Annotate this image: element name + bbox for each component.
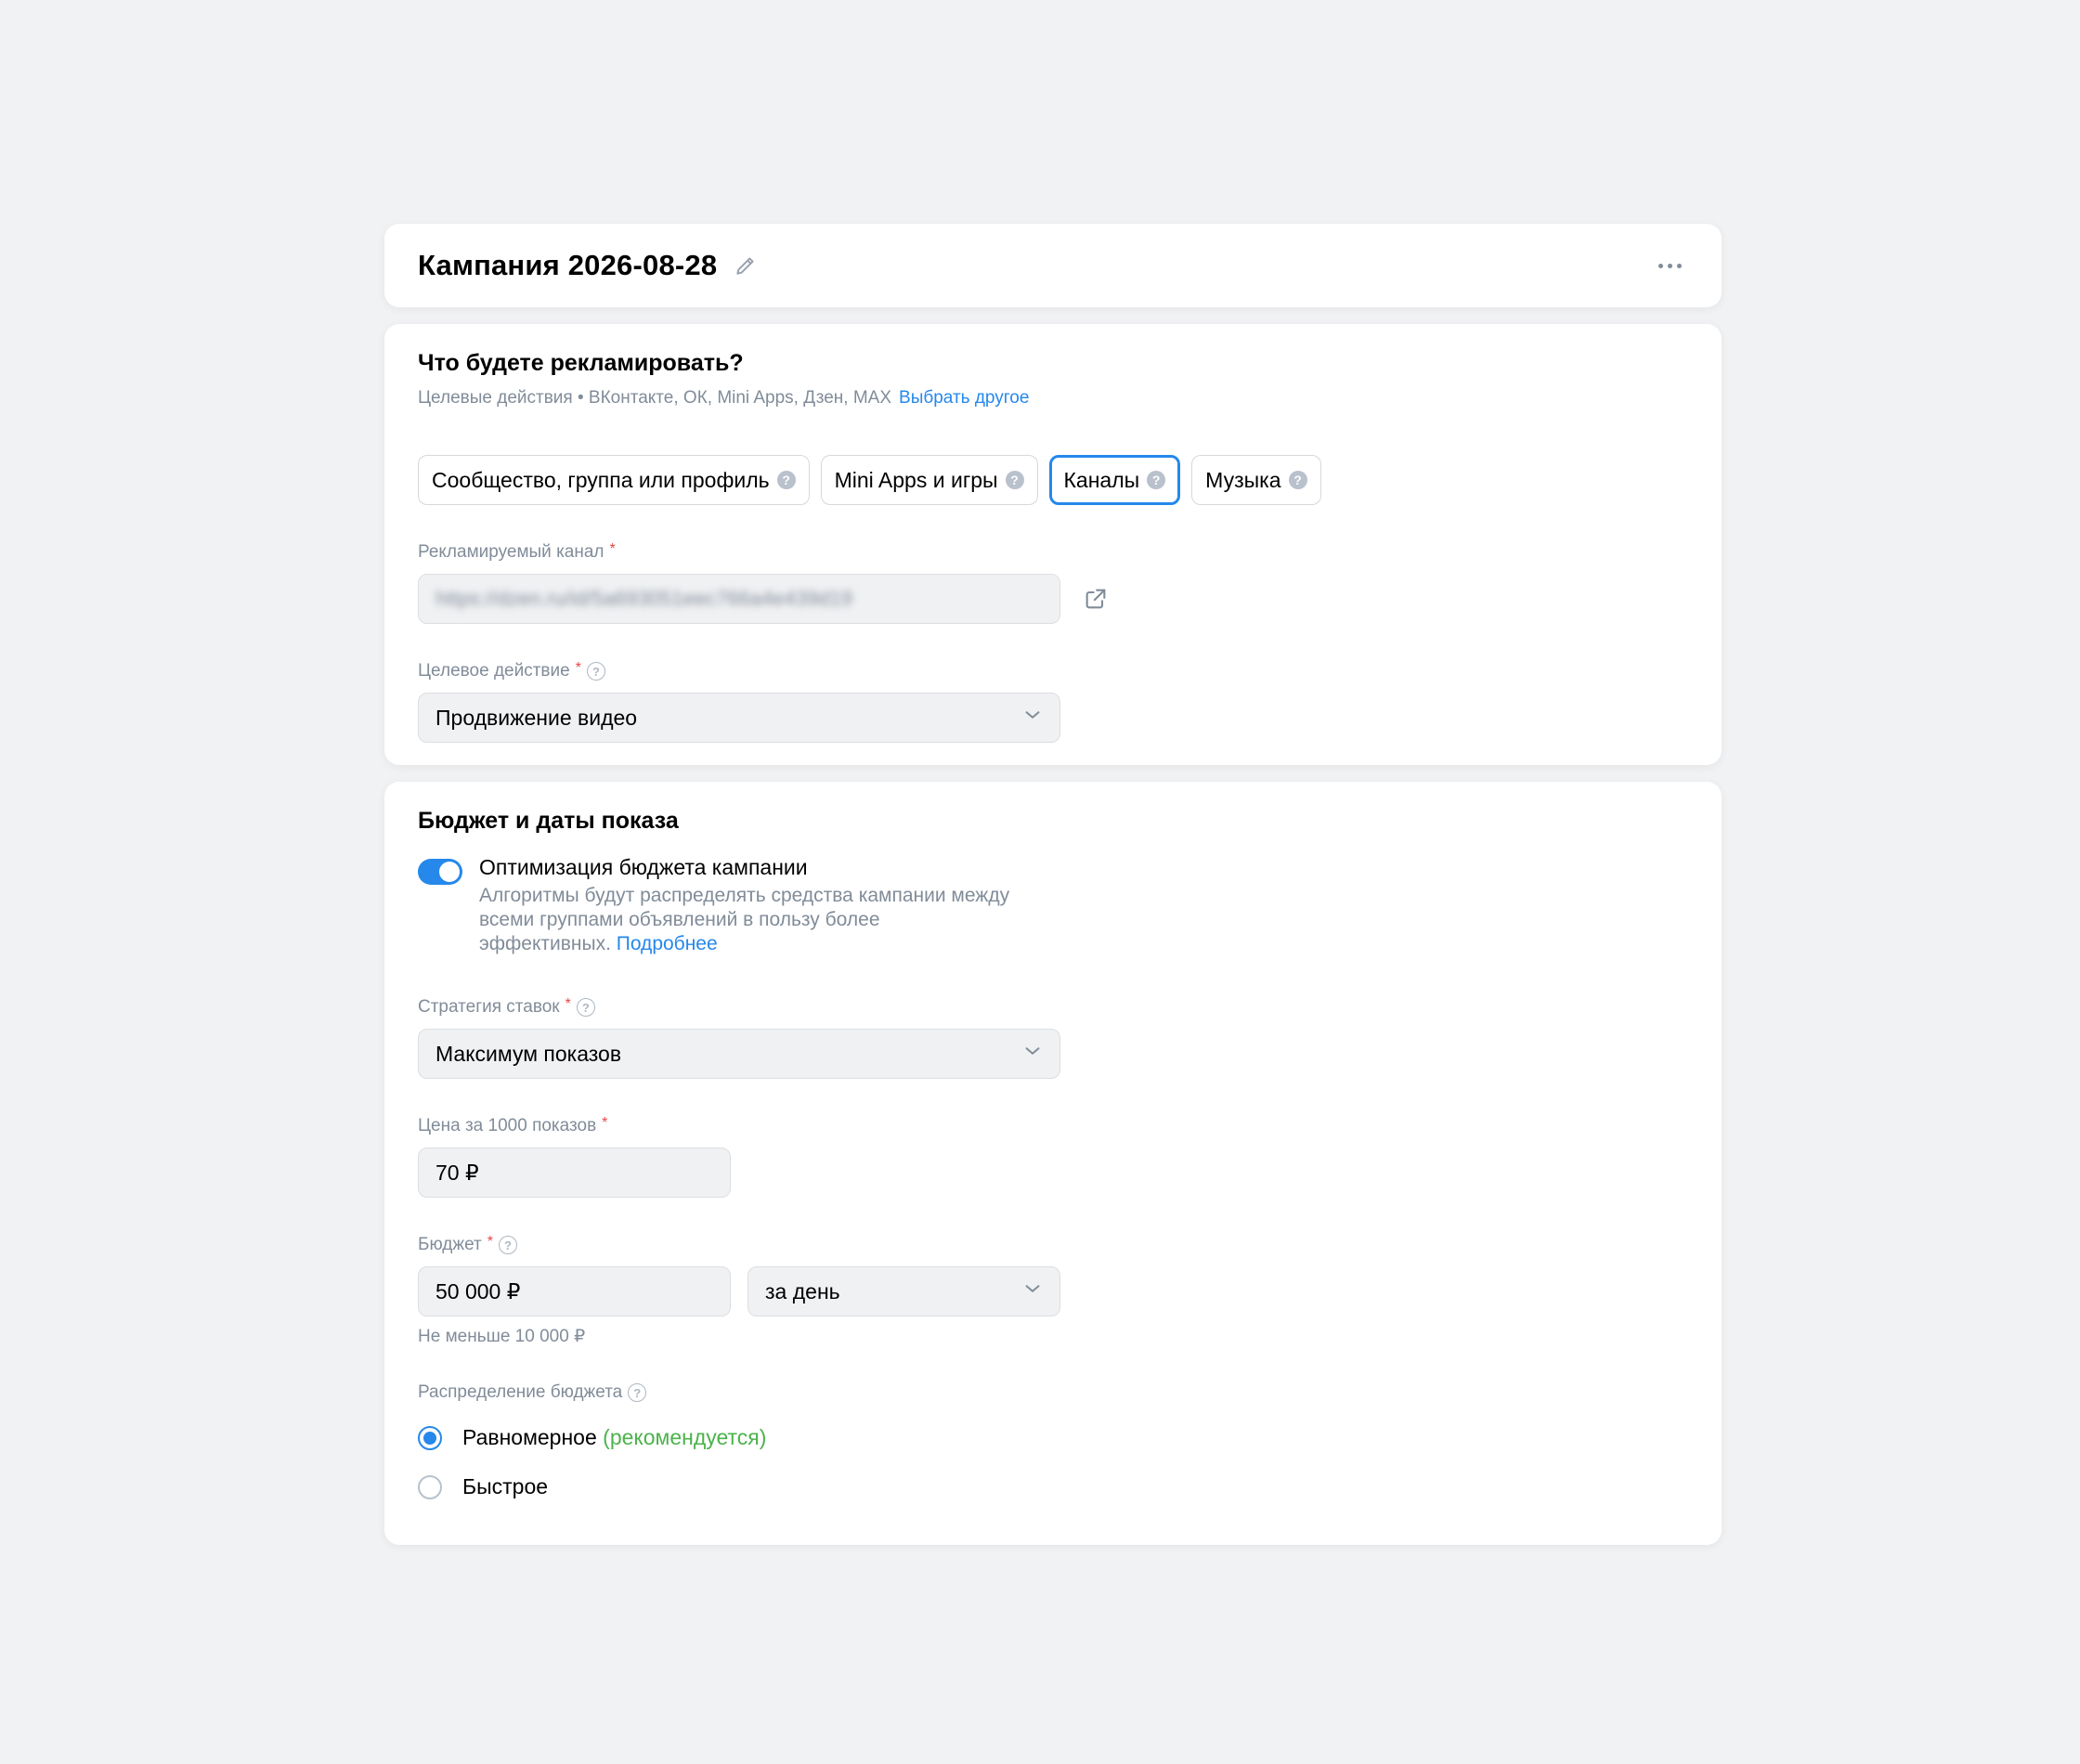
target-action-select[interactable]: Продвижение видео	[418, 693, 1060, 743]
required-mark: *	[609, 541, 616, 557]
help-icon[interactable]: ?	[628, 1383, 647, 1402]
chevron-down-icon	[1022, 1041, 1043, 1067]
channel-row: https://dzen.ru/id/5a693051eec766a4e439d…	[418, 574, 1688, 624]
budget-period-select[interactable]: за день	[748, 1266, 1060, 1317]
channel-field-label: Рекламируемый канал *	[418, 541, 1688, 563]
promo-section-title: Что будете рекламировать?	[418, 350, 744, 376]
chip-music[interactable]: Музыка ?	[1191, 455, 1321, 505]
channel-url-value: https://dzen.ru/id/5a693051eec766a4e439d…	[436, 587, 852, 610]
price-label-text: Цена за 1000 показов	[418, 1116, 597, 1135]
distribution-label-text: Распределение бюджета	[418, 1382, 623, 1402]
price-field-label: Цена за 1000 показов *	[418, 1115, 1688, 1136]
strategy-label-text: Стратегия ставок	[418, 997, 560, 1017]
required-mark: *	[602, 1115, 608, 1131]
help-icon[interactable]: ?	[1147, 471, 1166, 489]
chevron-down-icon	[1022, 1278, 1043, 1304]
chip-label: Сообщество, группа или профиль	[432, 467, 770, 492]
budget-field-label: Бюджет * ?	[418, 1234, 1688, 1255]
budget-section-title: Бюджет и даты показа	[418, 808, 679, 834]
chip-label: Музыка	[1205, 467, 1281, 492]
optimization-desc-line: всеми группами объявлений в пользу более	[479, 909, 880, 930]
page-title: Кампания 2026-08-28	[418, 249, 718, 281]
external-link-icon[interactable]	[1083, 586, 1109, 612]
help-icon[interactable]: ?	[776, 471, 796, 489]
more-horizontal-icon[interactable]	[1651, 247, 1688, 284]
budget-amount-input[interactable]: 50 000 ₽	[418, 1266, 731, 1317]
budget-amount-value: 50 000 ₽	[436, 1278, 521, 1304]
optimization-desc-line: эффективных.	[479, 933, 611, 954]
chip-channels[interactable]: Каналы ?	[1048, 455, 1181, 505]
required-mark: *	[487, 1234, 493, 1250]
help-icon[interactable]: ?	[1005, 471, 1024, 489]
optimization-toggle[interactable]	[418, 859, 462, 885]
help-icon[interactable]: ?	[586, 662, 605, 681]
action-field-label: Целевое действие * ?	[418, 660, 1688, 681]
budget-section: Бюджет и даты показа Оптимизация бюджета…	[384, 782, 1722, 1545]
channel-label-text: Рекламируемый канал	[418, 542, 604, 562]
channel-url-input[interactable]: https://dzen.ru/id/5a693051eec766a4e439d…	[418, 574, 1060, 624]
budget-label-text: Бюджет	[418, 1235, 482, 1254]
promo-section-subtitle: Целевые действия • ВКонтакте, ОК, Mini A…	[418, 388, 1688, 409]
required-mark: *	[565, 996, 571, 1012]
distribution-option-even[interactable]: Равномерное (рекомендуется)	[418, 1425, 1688, 1450]
budget-hint: Не меньше 10 000 ₽	[418, 1327, 586, 1346]
cpm-price-value: 70 ₽	[436, 1160, 479, 1185]
cpm-price-input[interactable]: 70 ₽	[418, 1148, 731, 1198]
option-label: Равномерное	[462, 1425, 597, 1449]
title-row: Кампания 2026-08-28	[418, 249, 758, 282]
optimization-desc-line: Алгоритмы будут распределять средства ка…	[479, 885, 1010, 906]
help-icon[interactable]: ?	[576, 998, 595, 1017]
chip-community[interactable]: Сообщество, группа или профиль ?	[418, 455, 810, 505]
required-mark: *	[575, 660, 581, 676]
campaign-header: Кампания 2026-08-28	[384, 224, 1722, 307]
recommended-note: (рекомендуется)	[603, 1425, 767, 1449]
campaign-form: Кампания 2026-08-28 Что будете рекламиро…	[384, 224, 1722, 1545]
promo-section: Что будете рекламировать? Целевые действ…	[384, 324, 1722, 765]
radio-unselected[interactable]	[418, 1474, 442, 1499]
chip-label: Каналы	[1063, 467, 1140, 492]
learn-more-link[interactable]: Подробнее	[617, 933, 718, 954]
bid-strategy-value: Максимум показов	[436, 1041, 622, 1066]
choose-other-link[interactable]: Выбрать другое	[899, 388, 1029, 408]
optimization-row: Оптимизация бюджета кампании Алгоритмы б…	[418, 855, 1688, 956]
bid-strategy-select[interactable]: Максимум показов	[418, 1029, 1060, 1079]
optimization-description: Алгоритмы будут распределять средства ка…	[479, 884, 1073, 956]
promo-type-chips: Сообщество, группа или профиль ? Mini Ap…	[418, 455, 1688, 505]
help-icon[interactable]: ?	[498, 1236, 517, 1254]
target-action-value: Продвижение видео	[436, 705, 638, 730]
optimization-title: Оптимизация бюджета кампании	[479, 855, 808, 879]
targets-text: Целевые действия • ВКонтакте, ОК, Mini A…	[418, 388, 892, 408]
budget-period-value: за день	[765, 1278, 840, 1304]
distribution-field-label: Распределение бюджета ?	[418, 1382, 1688, 1403]
action-label-text: Целевое действие	[418, 661, 570, 681]
strategy-field-label: Стратегия ставок * ?	[418, 996, 1688, 1018]
pencil-icon[interactable]	[734, 253, 758, 278]
chip-label: Mini Apps и игры	[834, 467, 998, 492]
budget-row: 50 000 ₽ за день	[418, 1266, 1688, 1317]
distribution-option-fast[interactable]: Быстрое	[418, 1474, 1688, 1499]
help-icon[interactable]: ?	[1288, 471, 1307, 489]
option-label: Быстрое	[462, 1474, 549, 1498]
chevron-down-icon	[1022, 705, 1043, 731]
radio-selected[interactable]	[418, 1425, 442, 1450]
chip-mini-apps[interactable]: Mini Apps и игры ?	[820, 455, 1038, 505]
